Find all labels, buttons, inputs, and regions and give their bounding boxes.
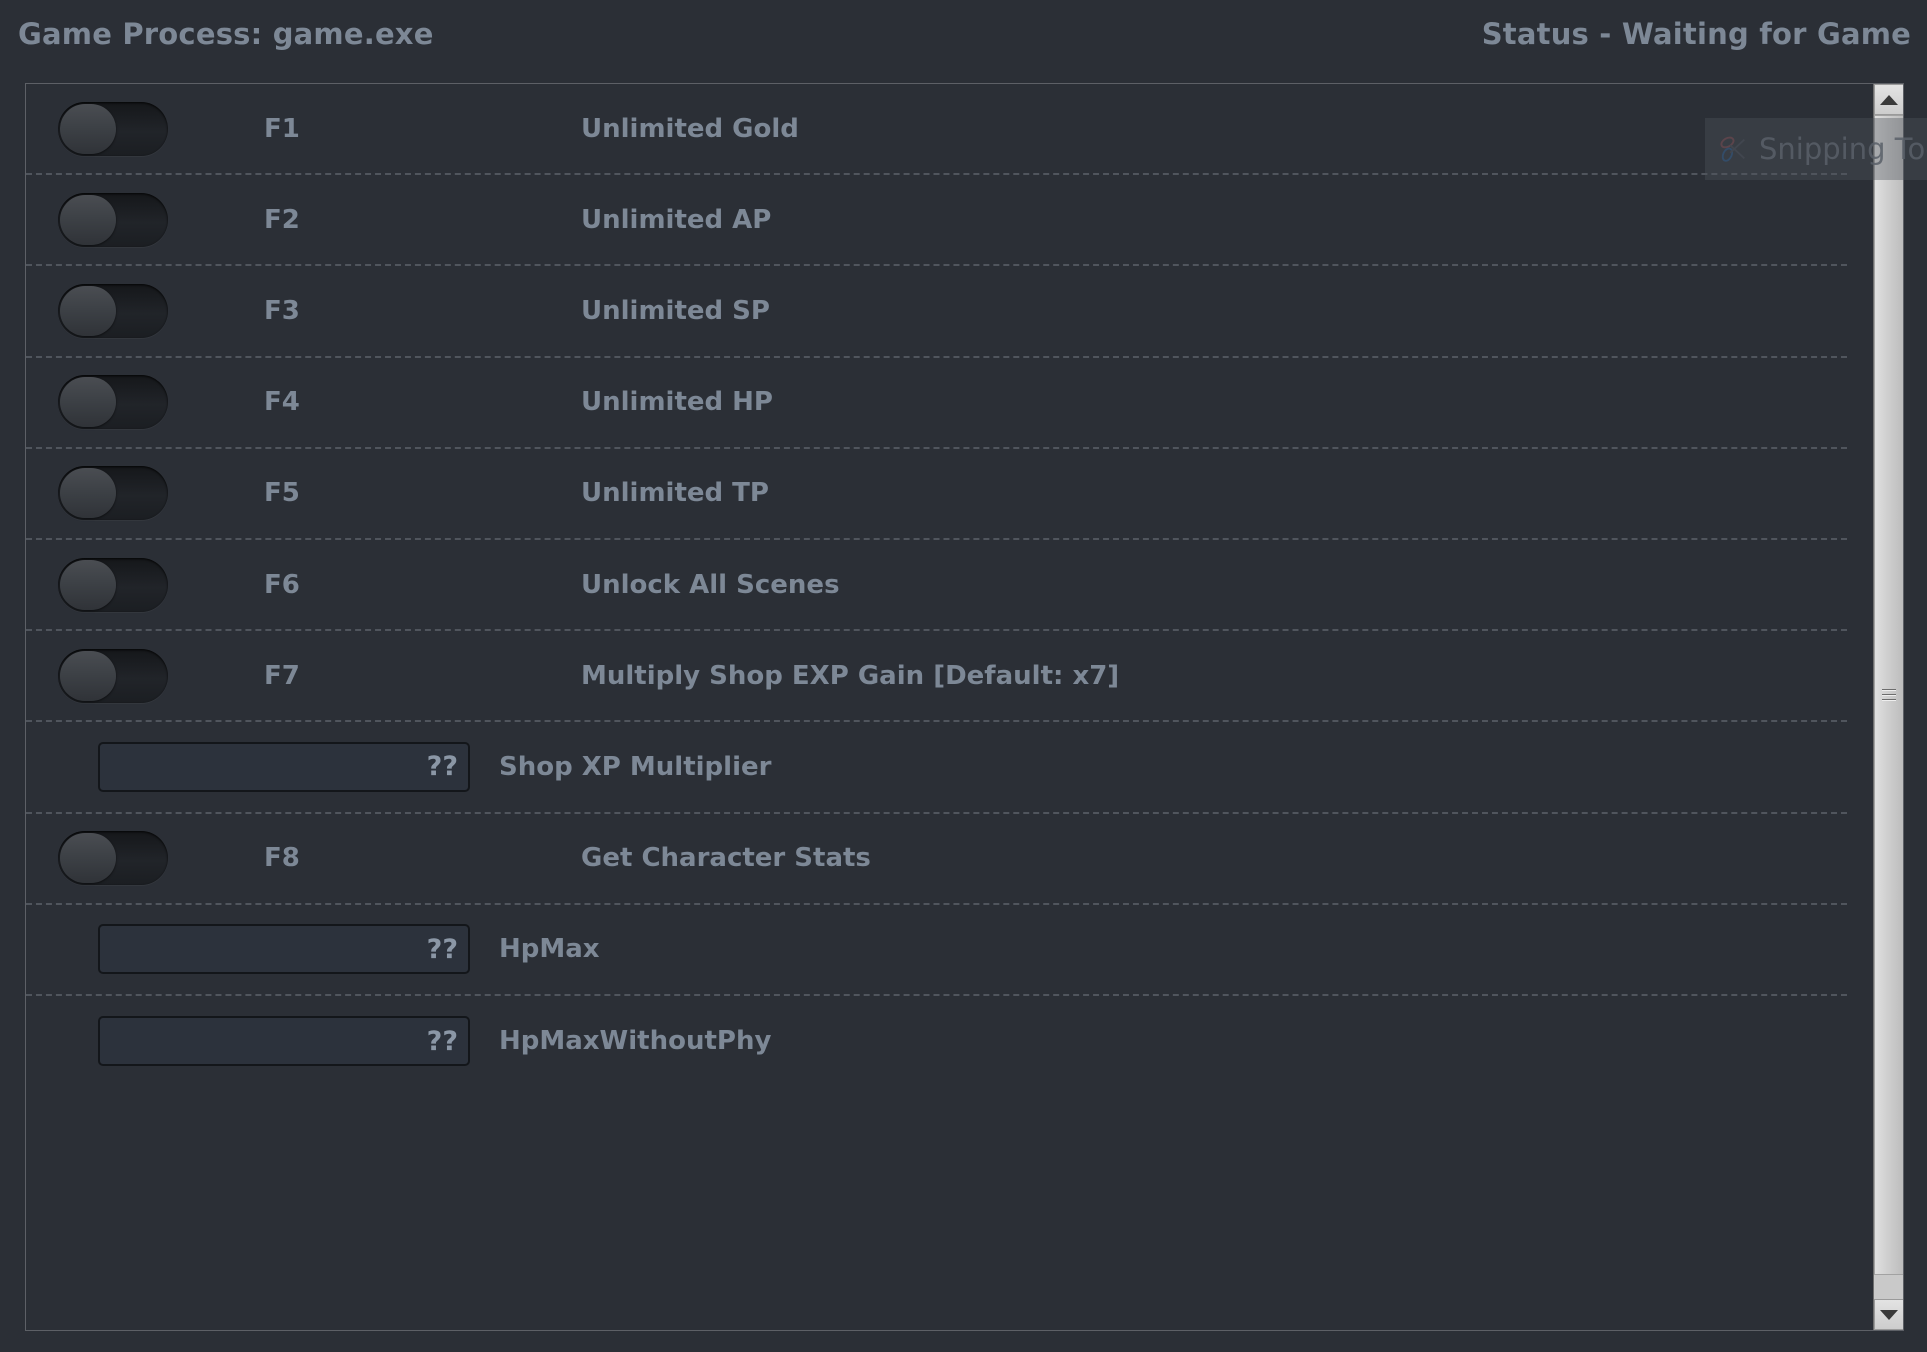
scroll-up-button[interactable] bbox=[1874, 84, 1903, 115]
value-cell bbox=[26, 924, 470, 975]
arrow-up-icon bbox=[1880, 94, 1898, 105]
cheat-row: F3 Unlimited SP bbox=[26, 266, 1847, 358]
grip-lines-icon bbox=[1882, 689, 1896, 701]
cheat-toggle-f4[interactable] bbox=[58, 375, 168, 430]
toggle-cell bbox=[26, 557, 226, 612]
toggle-cell bbox=[26, 466, 226, 521]
toggle-knob bbox=[60, 285, 116, 336]
cheat-label: Multiply Shop EXP Gain [Default: x7] bbox=[581, 660, 1120, 691]
cheat-label: Unlimited AP bbox=[581, 204, 772, 235]
value-cell bbox=[26, 1016, 470, 1067]
hotkey-label: F2 bbox=[264, 204, 300, 235]
cheat-rows: F1 Unlimited Gold F2 Unlimited AP F3 Unlimite… bbox=[26, 84, 1847, 1330]
cheat-label: Unlimited Gold bbox=[581, 113, 799, 144]
cheat-label: HpMaxWithoutPhy bbox=[499, 1026, 772, 1057]
value-cell bbox=[26, 741, 470, 792]
hotkey-label: F1 bbox=[264, 113, 300, 144]
cheat-toggle-f8[interactable] bbox=[58, 831, 168, 886]
hotkey-label: F6 bbox=[264, 569, 300, 600]
toggle-knob bbox=[60, 650, 116, 701]
vertical-scrollbar[interactable] bbox=[1873, 84, 1903, 1330]
cheat-label: HpMax bbox=[499, 934, 600, 965]
cheat-row: F8 Get Character Stats bbox=[26, 814, 1847, 905]
cheat-label: Unlimited TP bbox=[581, 478, 769, 509]
header-bar: Game Process: game.exe Status - Waiting … bbox=[0, 0, 1927, 68]
game-process-label: Game Process: game.exe bbox=[18, 17, 434, 51]
status-label: Status - Waiting for Game bbox=[1481, 17, 1911, 51]
hotkey-label: F7 bbox=[264, 660, 300, 691]
toggle-knob bbox=[60, 194, 116, 245]
cheat-row: F5 Unlimited TP bbox=[26, 449, 1847, 540]
cheat-row: F4 Unlimited HP bbox=[26, 358, 1847, 449]
toggle-cell bbox=[26, 648, 226, 703]
toggle-knob bbox=[60, 377, 116, 428]
cheat-row: F1 Unlimited Gold bbox=[26, 84, 1847, 176]
cheat-toggle-f7[interactable] bbox=[58, 648, 168, 703]
trainer-window: Game Process: game.exe Status - Waiting … bbox=[0, 0, 1927, 1352]
toggle-knob bbox=[60, 103, 116, 154]
cheat-toggle-f1[interactable] bbox=[58, 101, 168, 156]
toggle-cell bbox=[26, 375, 226, 430]
toggle-cell bbox=[26, 192, 226, 247]
cheat-row: HpMax bbox=[26, 905, 1847, 996]
hotkey-label: F4 bbox=[264, 387, 300, 418]
cheat-label: Shop XP Multiplier bbox=[499, 751, 772, 782]
hotkey-label: F8 bbox=[264, 843, 300, 874]
toggle-cell bbox=[26, 831, 226, 886]
cheat-row: F6 Unlock All Scenes bbox=[26, 540, 1847, 632]
toggle-cell bbox=[26, 101, 226, 156]
cheat-toggle-f2[interactable] bbox=[58, 192, 168, 247]
scrollbar-thumb[interactable] bbox=[1874, 115, 1903, 1275]
cheat-list-panel: F1 Unlimited Gold F2 Unlimited AP F3 Unlimite… bbox=[25, 83, 1904, 1331]
cheat-row: Shop XP Multiplier bbox=[26, 722, 1847, 814]
hotkey-label: F5 bbox=[264, 478, 300, 509]
cheat-label: Unlimited HP bbox=[581, 387, 773, 418]
toggle-knob bbox=[60, 833, 116, 884]
scroll-down-button[interactable] bbox=[1874, 1299, 1903, 1330]
cheat-label: Unlimited SP bbox=[581, 295, 770, 326]
cheat-row: F7 Multiply Shop EXP Gain [Default: x7] bbox=[26, 631, 1847, 723]
toggle-knob bbox=[60, 468, 116, 519]
cheat-toggle-f6[interactable] bbox=[58, 557, 168, 612]
scrollbar-track[interactable] bbox=[1874, 115, 1903, 1299]
cheat-label: Unlock All Scenes bbox=[581, 569, 840, 600]
cheat-toggle-f3[interactable] bbox=[58, 283, 168, 338]
cheat-row: F2 Unlimited AP bbox=[26, 175, 1847, 267]
cheat-label: Get Character Stats bbox=[581, 843, 871, 874]
arrow-down-icon bbox=[1880, 1309, 1898, 1320]
cheat-row: HpMaxWithoutPhy bbox=[26, 996, 1847, 1087]
toggle-cell bbox=[26, 283, 226, 338]
toggle-knob bbox=[60, 559, 116, 610]
cheat-toggle-f5[interactable] bbox=[58, 466, 168, 521]
hotkey-label: F3 bbox=[264, 295, 300, 326]
